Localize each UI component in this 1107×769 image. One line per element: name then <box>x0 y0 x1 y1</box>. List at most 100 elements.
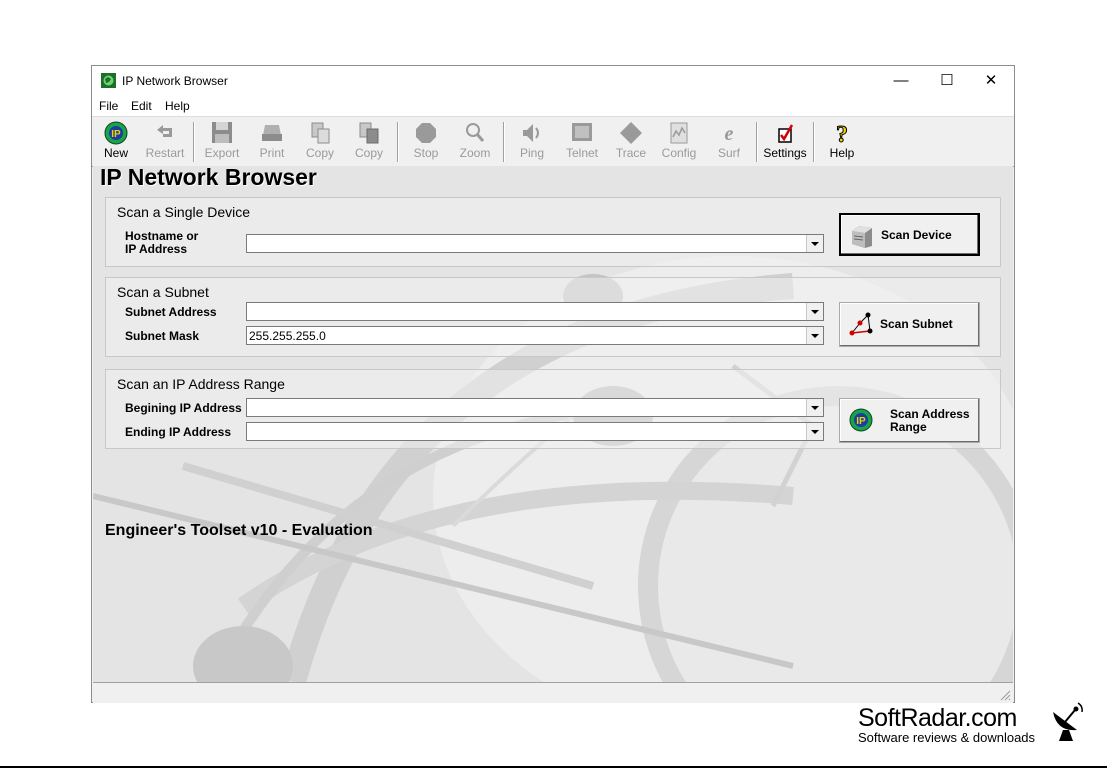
main-panel: IP Network Browser Scan a Single Device … <box>93 166 1013 682</box>
status-bar <box>93 682 1013 703</box>
ip-globe-icon: IP <box>104 121 128 145</box>
toolbar-help-label: Help <box>829 146 855 160</box>
toolbar-zoom-button[interactable]: Zoom <box>452 119 498 163</box>
single-device-title: Scan a Single Device <box>117 204 251 220</box>
diamond-icon <box>620 122 642 144</box>
config-chart-icon <box>670 122 688 144</box>
toolbar-separator <box>397 122 399 162</box>
watermark-name: SoftRadar.com <box>858 704 1017 732</box>
app-window: IP Network Browser — ☐ ✕ File Edit Help … <box>91 65 1015 703</box>
copy-special-icon <box>359 122 379 144</box>
watermark-tagline: Software reviews & downloads <box>858 730 1036 745</box>
help-question-icon: ? <box>836 122 849 146</box>
end-ip-combobox[interactable] <box>246 422 824 441</box>
toolbar-separator <box>503 122 505 162</box>
toolbar-copy-special-label: Copy <box>354 146 383 160</box>
app-globe-icon <box>101 73 116 88</box>
scan-subnet-button[interactable]: Scan Subnet <box>839 302 980 347</box>
scan-device-label: Scan Device <box>881 228 952 242</box>
toolbar-trace-button[interactable]: Trace <box>610 119 652 163</box>
toolbar-copy-label: Copy <box>305 146 334 160</box>
toolbar-print-label: Print <box>259 146 285 160</box>
scan-device-button[interactable]: Scan Device <box>839 213 980 256</box>
subnet-mask-label: Subnet Mask <box>125 329 200 343</box>
begin-ip-label: Begining IP Address <box>125 401 242 415</box>
toolbar-ping-button[interactable]: Ping <box>511 119 553 163</box>
toolbar-new-button[interactable]: IP New <box>98 119 134 163</box>
floppy-disk-icon <box>212 122 232 143</box>
toolbar: IP New Restart Export Print Copy Copy St… <box>92 116 1014 167</box>
address-range-group: Scan an IP Address Range Begining IP Add… <box>105 369 1001 449</box>
toolbar-export-button[interactable]: Export <box>200 119 244 163</box>
scan-address-range-button[interactable]: IP Scan Address Range <box>839 398 980 443</box>
toolbar-export-label: Export <box>204 146 240 160</box>
svg-text:IP: IP <box>111 129 121 140</box>
resize-grip-icon[interactable] <box>999 689 1011 701</box>
svg-text:e: e <box>725 123 734 145</box>
subnet-address-combobox[interactable] <box>246 302 824 321</box>
version-label: Engineer's Toolset v10 - Evaluation <box>105 522 373 539</box>
printer-icon <box>262 125 282 141</box>
svg-text:IP: IP <box>856 416 866 427</box>
toolbar-telnet-button[interactable]: Telnet <box>560 119 604 163</box>
stop-octagon-icon <box>416 123 436 143</box>
toolbar-restart-label: Restart <box>145 146 185 160</box>
minimize-button[interactable]: — <box>878 66 924 96</box>
toolbar-separator <box>193 122 195 162</box>
menu-bar: File Edit Help <box>92 96 1014 116</box>
hostname-combobox[interactable] <box>246 234 824 253</box>
toolbar-telnet-label: Telnet <box>565 146 599 160</box>
softradar-watermark: SoftRadar.com Software reviews & downloa… <box>858 704 1035 745</box>
toolbar-surf-button[interactable]: e Surf <box>710 119 748 163</box>
scan-address-range-label-line2: Range <box>890 420 927 434</box>
toolbar-config-label: Config <box>661 146 697 160</box>
toolbar-config-button[interactable]: Config <box>658 119 700 163</box>
bottom-border <box>0 766 1107 768</box>
scan-subnet-label: Scan Subnet <box>880 317 953 331</box>
address-range-title: Scan an IP Address Range <box>117 376 285 392</box>
server-box-icon <box>852 226 872 248</box>
subnet-mask-value: 255.255.255.0 <box>249 329 326 343</box>
end-ip-label: Ending IP Address <box>125 425 232 439</box>
maximize-button[interactable]: ☐ <box>924 66 970 96</box>
subnet-title: Scan a Subnet <box>117 284 209 300</box>
toolbar-copy-special-button[interactable]: Copy <box>346 119 392 163</box>
title-bar[interactable]: IP Network Browser — ☐ ✕ <box>92 66 1014 96</box>
menu-help[interactable]: Help <box>165 99 190 113</box>
ip-globe-icon: IP <box>849 408 873 432</box>
network-triangle-icon <box>849 312 873 336</box>
toolbar-copy-button[interactable]: Copy <box>298 119 342 163</box>
speaker-icon <box>523 124 539 142</box>
satellite-dish-icon <box>1053 702 1083 741</box>
copy-document-icon <box>311 122 330 144</box>
magnifier-icon <box>466 123 485 142</box>
toolbar-stop-button[interactable]: Stop <box>405 119 447 163</box>
toolbar-settings-button[interactable]: Settings <box>762 119 808 163</box>
dropdown-arrow-icon[interactable] <box>806 303 823 320</box>
subnet-group: Scan a Subnet Subnet Address Subnet Mask… <box>105 277 1001 357</box>
toolbar-settings-label: Settings <box>763 146 807 160</box>
subnet-mask-combobox[interactable]: 255.255.255.0 <box>246 326 824 345</box>
menu-edit[interactable]: Edit <box>131 99 152 113</box>
toolbar-stop-label: Stop <box>413 146 439 160</box>
toolbar-restart-button[interactable]: Restart <box>142 119 188 163</box>
browser-e-icon: e <box>725 123 734 145</box>
dropdown-arrow-icon[interactable] <box>806 423 823 440</box>
close-button[interactable]: ✕ <box>968 66 1014 96</box>
single-device-group: Scan a Single Device Hostname or IP Addr… <box>105 197 1001 267</box>
subnet-address-label: Subnet Address <box>125 305 217 319</box>
svg-text:?: ? <box>836 122 848 145</box>
toolbar-separator <box>756 122 758 162</box>
menu-file[interactable]: File <box>99 99 118 113</box>
toolbar-print-button[interactable]: Print <box>250 119 294 163</box>
dropdown-arrow-icon[interactable] <box>806 235 823 252</box>
toolbar-ping-label: Ping <box>519 146 545 160</box>
toolbar-help-button[interactable]: ? Help <box>822 119 862 163</box>
terminal-icon <box>572 123 592 141</box>
toolbar-new-label: New <box>103 146 128 160</box>
dropdown-arrow-icon[interactable] <box>806 327 823 344</box>
settings-checkbox-icon <box>778 124 794 143</box>
toolbar-separator <box>813 122 815 162</box>
dropdown-arrow-icon[interactable] <box>806 399 823 416</box>
begin-ip-combobox[interactable] <box>246 398 824 417</box>
